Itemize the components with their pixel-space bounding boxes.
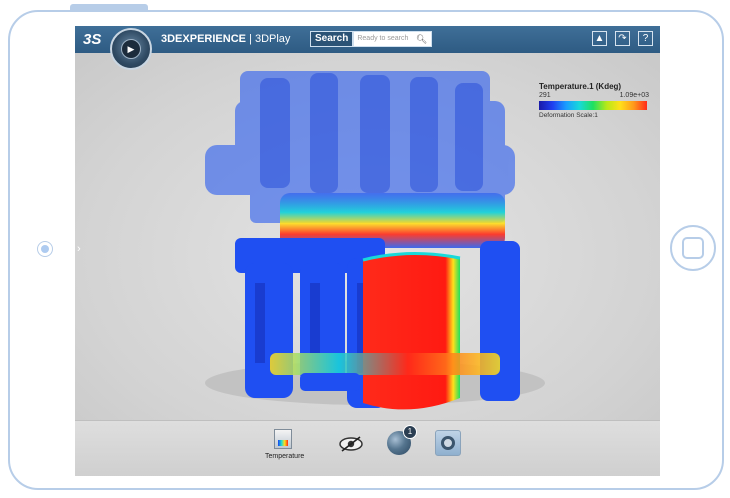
legend-range: 291 1.09e+03 <box>539 91 657 101</box>
legend-min: 291 <box>539 92 551 99</box>
camera-icon <box>37 241 53 257</box>
sphere-badge: 1 <box>403 425 417 439</box>
search-button[interactable]: Search <box>310 31 354 47</box>
bottom-toolbar: Temperature 1 <box>75 420 660 476</box>
app-title: 3DEXPERIENCE | 3DPlay <box>161 33 290 45</box>
app-title-rest: | 3DPlay <box>245 33 291 45</box>
view-mode-icon[interactable] <box>435 430 461 456</box>
hide-show-icon[interactable] <box>338 435 364 453</box>
play-icon[interactable]: ▶ <box>121 39 141 59</box>
legend-scale: Deformation Scale:1 <box>539 112 598 119</box>
legend-title: Temperature.1 (Kdeg) <box>539 82 622 91</box>
hide-show-button[interactable] <box>338 435 364 458</box>
legend-colorbar <box>539 101 647 110</box>
share-icon[interactable]: ↷ <box>615 31 630 46</box>
sphere-button[interactable]: 1 <box>387 425 417 455</box>
side-panel-arrow-icon[interactable]: › <box>77 243 81 255</box>
app-title-bold: 3DEXPERIENCE <box>161 33 246 45</box>
temperature-label: Temperature <box>265 453 305 460</box>
home-button[interactable] <box>670 225 716 271</box>
app-screen: 3S 3DEXPERIENCE | 3DPlay Search Ready to… <box>75 26 660 476</box>
top-bar: 3S 3DEXPERIENCE | 3DPlay Search Ready to… <box>75 26 660 53</box>
compass-widget[interactable]: ▶ <box>110 28 152 70</box>
legend-max: 1.09e+03 <box>619 92 649 99</box>
3d-viewport[interactable]: Temperature.1 (Kdeg) 291 1.09e+03 Deform… <box>75 53 660 420</box>
search-input[interactable]: Ready to search 🔍︎ <box>353 31 433 47</box>
temperature-result-button[interactable]: Temperature <box>265 429 304 460</box>
search-placeholder: Ready to search <box>357 35 409 42</box>
sphere-icon[interactable]: 1 <box>387 425 417 455</box>
temperature-legend: Temperature.1 (Kdeg) 291 1.09e+03 Deform… <box>539 82 657 119</box>
help-icon[interactable]: ? <box>638 31 653 46</box>
search-area: Search Ready to search 🔍︎ <box>310 31 433 47</box>
search-icon[interactable]: 🔍︎ <box>416 32 427 46</box>
ds-logo: 3S <box>83 31 102 48</box>
user-icon[interactable]: ▲ <box>592 31 607 46</box>
temperature-result-icon[interactable] <box>274 429 292 449</box>
view-mode-button[interactable] <box>435 430 461 456</box>
home-square-icon <box>682 237 704 259</box>
